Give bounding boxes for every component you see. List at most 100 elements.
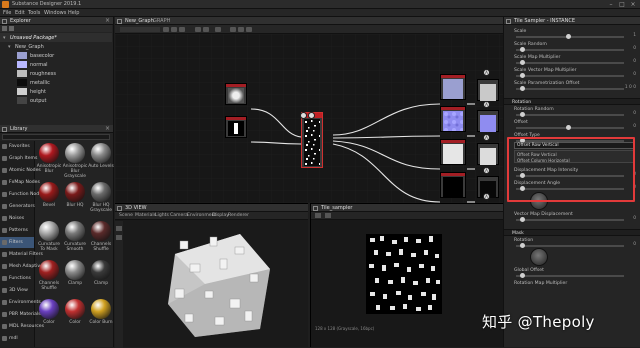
property-row[interactable]: Vector Map Displacement 0 (506, 212, 638, 225)
property-row[interactable]: Rotation Random 0 (506, 107, 638, 120)
display-icon[interactable] (238, 27, 244, 32)
output-row[interactable]: metallic (0, 78, 112, 87)
output-row[interactable]: roughness (0, 69, 112, 78)
property-slider[interactable] (516, 62, 624, 64)
basecolor-output-node[interactable] (440, 74, 466, 100)
roughness-output[interactable] (477, 143, 499, 165)
frame-icon[interactable] (163, 27, 169, 32)
slider-handle[interactable] (520, 112, 525, 117)
property-row[interactable]: Scale Map Multiplier 0 (506, 55, 638, 68)
slider-handle[interactable] (520, 243, 525, 248)
close-icon[interactable]: × (628, 1, 638, 8)
library-item[interactable]: Curvature Smooth (62, 219, 88, 253)
input-socket-icon[interactable] (308, 112, 315, 119)
library-item[interactable]: Clamp (62, 258, 88, 292)
library-category[interactable]: Generators (0, 201, 35, 212)
slider-handle[interactable] (566, 34, 571, 39)
graph-dropdown[interactable] (120, 27, 160, 32)
library-category[interactable]: PBR Materials (0, 309, 41, 320)
graph-tab[interactable]: New_Graph (125, 18, 154, 24)
library-item[interactable]: Anisotropic Blur Grayscale (62, 141, 88, 179)
2d-view-tab[interactable]: Tile_sampler (321, 205, 353, 211)
library-item[interactable]: Curvature To Mask (36, 219, 62, 253)
menu-file[interactable]: File (3, 10, 11, 16)
library-item[interactable]: Clamp (88, 258, 114, 292)
menu-materials[interactable]: Materials (135, 213, 156, 218)
property-slider[interactable] (516, 49, 624, 51)
comment-icon[interactable] (171, 27, 177, 32)
library-category[interactable]: Material Filters (0, 249, 43, 260)
zoom-icon[interactable] (325, 213, 331, 218)
menu-edit[interactable]: Edit (15, 10, 25, 16)
slider-handle[interactable] (520, 217, 525, 222)
property-row[interactable]: Scale 1 (506, 29, 638, 42)
output-row[interactable]: output (0, 96, 112, 105)
library-category[interactable]: Filters (0, 237, 34, 248)
minimize-icon[interactable]: – (606, 1, 616, 8)
output-socket-icon[interactable]: A (483, 69, 490, 76)
graph-row[interactable]: ▾ New_Graph (0, 42, 112, 51)
library-category[interactable]: MDL Resources (0, 321, 44, 332)
property-row[interactable]: Global Offset (506, 268, 638, 281)
new-icon[interactable] (2, 26, 7, 31)
rotation-dial[interactable] (530, 248, 548, 266)
library-item[interactable]: Channels Shuffle (88, 219, 114, 253)
property-slider[interactable] (516, 114, 624, 116)
property-row[interactable]: Scale Parametrization Offset 1 0 0 (506, 81, 638, 94)
library-item[interactable]: Color (36, 297, 62, 331)
tile-sampler-node[interactable] (301, 112, 323, 168)
output-socket-icon[interactable]: A (483, 134, 490, 141)
pattern-node[interactable] (225, 116, 247, 138)
align-icon[interactable] (195, 27, 201, 32)
library-category[interactable]: Patterns (0, 225, 34, 236)
snap-icon[interactable] (215, 27, 221, 32)
output-socket-icon[interactable]: A (483, 167, 490, 174)
slider-handle[interactable] (520, 86, 525, 91)
output-row[interactable]: height (0, 87, 112, 96)
library-category[interactable]: Graph Items (0, 153, 37, 164)
menu-lights[interactable]: Lights (155, 213, 169, 218)
3d-view-panel[interactable]: 3D VIEW Scene Materials Lights Camera En… (115, 203, 308, 348)
grid-icon[interactable] (230, 27, 236, 32)
library-item[interactable]: Anisotropic Blur (36, 141, 62, 175)
property-row[interactable]: Offset 0 (506, 120, 638, 133)
library-category[interactable]: Function Nodes (0, 189, 44, 200)
package-row[interactable]: ▾ Unsaved Package* (0, 33, 112, 42)
library-category[interactable]: Atomic Nodes (0, 165, 41, 176)
slider-handle[interactable] (520, 60, 525, 65)
output-socket-icon[interactable]: A (483, 193, 490, 200)
property-slider[interactable] (516, 275, 624, 277)
library-category[interactable]: FxMap Nodes (0, 177, 40, 188)
menu-camera[interactable]: Camera (170, 213, 188, 218)
normal-output[interactable] (477, 110, 499, 132)
property-slider[interactable] (516, 88, 624, 90)
library-category[interactable]: Noises (0, 213, 34, 224)
library-category[interactable]: Environments (0, 297, 41, 308)
menu-help[interactable]: Help (68, 10, 79, 16)
menu-renderer[interactable]: Renderer (228, 213, 249, 218)
camera-icon[interactable] (116, 226, 122, 231)
library-item[interactable]: Color (62, 297, 88, 331)
roughness-output-node[interactable] (440, 139, 466, 165)
property-section[interactable]: Mask (504, 229, 640, 236)
slider-handle[interactable] (520, 273, 525, 278)
pin-icon[interactable] (179, 27, 185, 32)
menu-scene[interactable]: Scene (119, 213, 133, 218)
normal-output-node[interactable] (440, 106, 466, 132)
basecolor-output[interactable] (477, 79, 499, 101)
library-category[interactable]: Mesh Adaptive (0, 261, 43, 272)
property-row[interactable]: Scale Vector Map Multiplier 0 (506, 68, 638, 81)
property-slider[interactable] (516, 75, 624, 77)
output-row[interactable]: basecolor (0, 51, 112, 60)
open-icon[interactable] (9, 26, 14, 31)
property-row[interactable]: Scale Random 0 (506, 42, 638, 55)
property-slider[interactable] (516, 219, 624, 221)
library-category[interactable]: 3D View (0, 285, 34, 296)
menu-display[interactable]: Display (212, 213, 229, 218)
library-item[interactable]: Auto Levels (88, 141, 114, 175)
light-icon[interactable] (116, 235, 122, 240)
graph-view[interactable]: New_Graph GRAPH A A A A A (115, 17, 503, 203)
panel-close-icon[interactable]: × (105, 125, 110, 132)
slider-handle[interactable] (520, 47, 525, 52)
menu-windows[interactable]: Windows (44, 10, 66, 16)
